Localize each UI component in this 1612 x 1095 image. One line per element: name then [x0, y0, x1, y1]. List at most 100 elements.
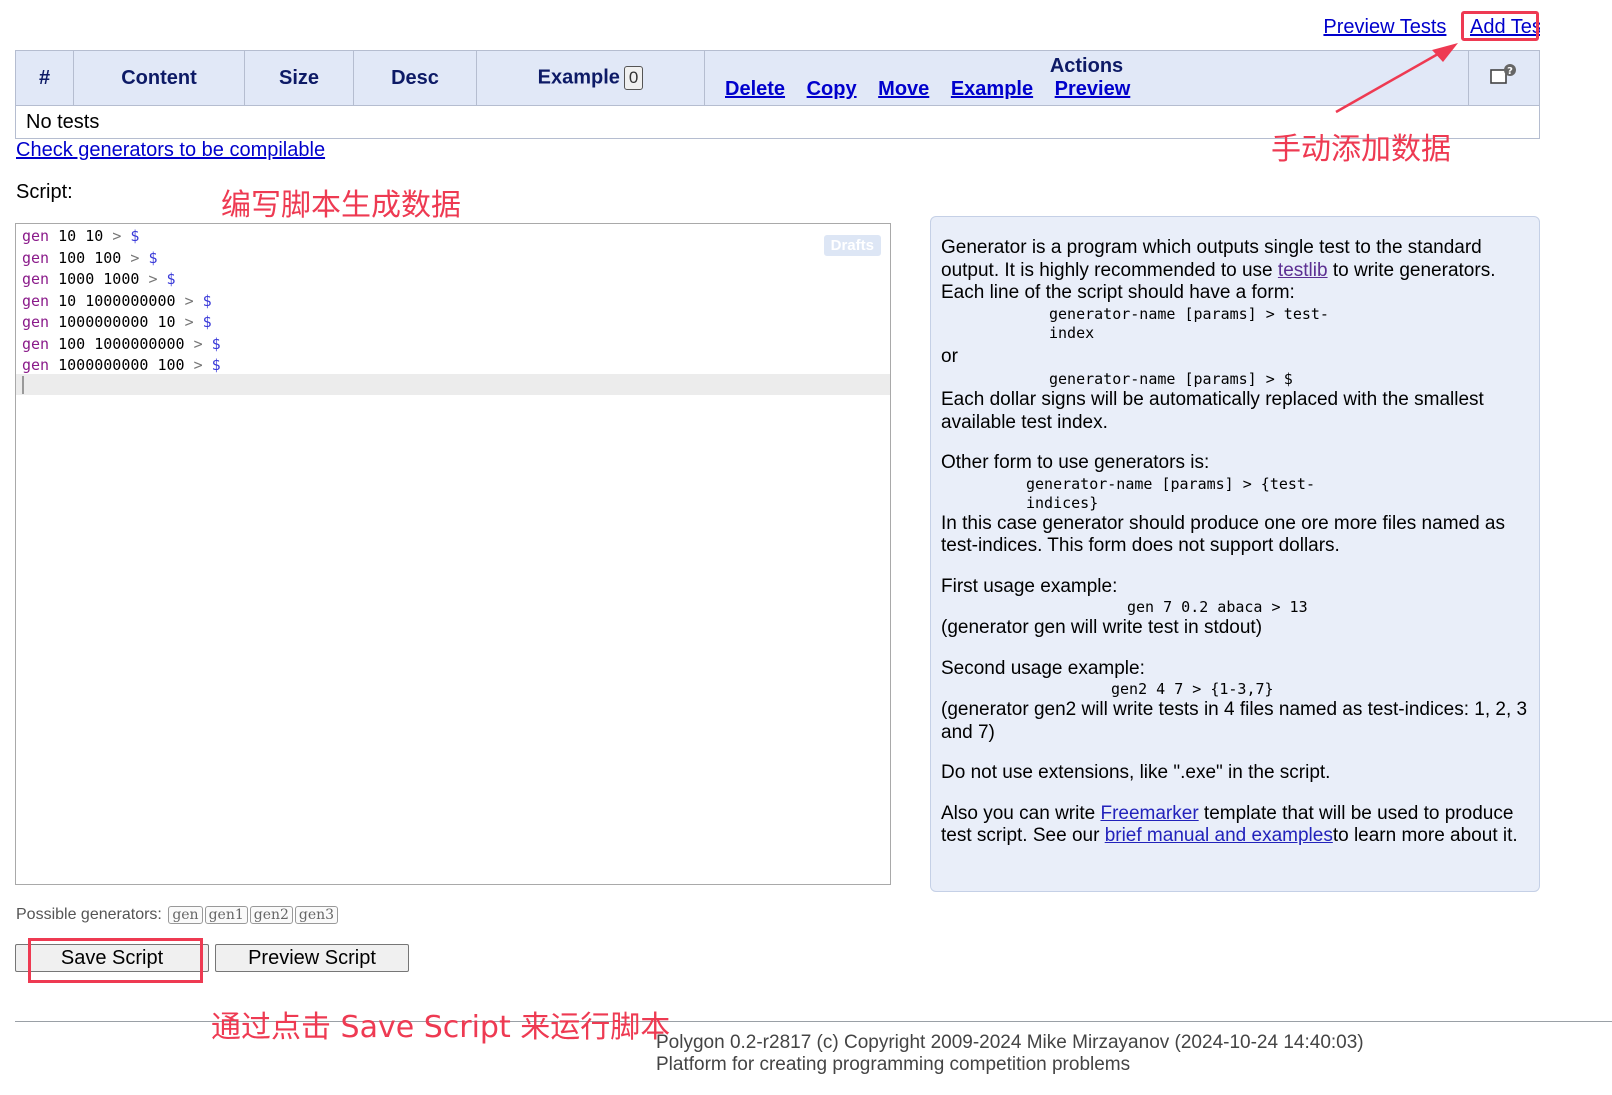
script-token-args: 10 1000000000	[49, 291, 185, 310]
script-token-dollar: $	[202, 313, 212, 331]
script-token-cmd: gen	[22, 227, 50, 245]
script-space	[203, 356, 212, 374]
script-space	[203, 335, 212, 353]
svg-text:?: ?	[1507, 66, 1513, 77]
help-freemarker-tail: to learn more about it.	[1332, 825, 1518, 846]
generator-chip-gen1[interactable]: gen1	[204, 906, 248, 924]
generator-chip-gen2[interactable]: gen2	[249, 906, 293, 924]
annotation-add-data: 手动添加数据	[1271, 132, 1451, 167]
help-form2: generator-name [params] > $	[1049, 370, 1293, 388]
col-actions: Actions Delete Copy Move Example Preview	[704, 50, 1469, 106]
help-or: or	[941, 345, 958, 367]
script-token-arrow: >	[184, 291, 194, 310]
col-example-label: Example	[537, 66, 620, 89]
annotation-box-save-script	[28, 938, 203, 983]
possible-generators-label: Possible generators:	[16, 906, 162, 923]
action-move-link[interactable]: Move	[878, 78, 929, 100]
script-token-cmd: gen	[22, 334, 50, 353]
annotation-write-script: 编写脚本生成数据	[221, 188, 461, 223]
example-count-badge: 0	[623, 66, 644, 90]
help-form3: generator-name [params] > {test-indices}	[1026, 474, 1315, 512]
script-token-dollar: $	[202, 291, 212, 310]
footer-copyright: Polygon 0.2-r2817 (c) Copyright 2009-202…	[656, 1032, 1364, 1053]
col-content: Content	[73, 50, 245, 106]
col-num: #	[15, 50, 74, 106]
script-line: gen 1000000000 100 > $	[22, 355, 221, 377]
testlib-link[interactable]: testlib	[1278, 260, 1328, 281]
help-ex1-desc: (generator gen will write test in stdout…	[941, 617, 1263, 638]
manual-link[interactable]: brief manual and examples	[1105, 825, 1333, 846]
drafts-button[interactable]: Drafts	[823, 235, 881, 256]
action-copy-link[interactable]: Copy	[807, 78, 857, 100]
script-line: gen 100 100 > $	[22, 248, 221, 270]
help-form1: generator-name [params] > test-index	[1049, 304, 1329, 342]
help-ex1-code: gen 7 0.2 abaca > 13	[1127, 598, 1308, 616]
help-ex2-title: Second usage example:	[941, 657, 1145, 679]
script-token-args: 1000000000 10	[49, 313, 185, 331]
current-line-highlight	[16, 374, 890, 395]
col-size: Size	[244, 50, 354, 106]
script-token-args: 1000000000 100	[49, 356, 194, 374]
annotation-run-script: 通过点击 Save Script 来运行脚本	[211, 1010, 671, 1045]
action-delete-link[interactable]: Delete	[725, 78, 785, 100]
script-space	[194, 292, 203, 310]
script-token-cmd: gen	[22, 248, 50, 267]
generator-chip-gen3[interactable]: gen3	[294, 906, 339, 924]
action-preview-link[interactable]: Preview	[1055, 78, 1131, 100]
script-line: gen 10 10 > $	[22, 226, 221, 248]
help-extensions: Do not use extensions, like ".exe" in th…	[941, 762, 1331, 783]
help-freemarker: Also you can write Freemarker template t…	[941, 803, 1529, 848]
script-token-args: 10 10	[49, 227, 113, 245]
script-line: gen 100 1000000000 > $	[22, 334, 221, 356]
script-line: gen 1000 1000 > $	[22, 269, 221, 291]
script-editor[interactable]: gen 10 10 > $ gen 100 100 > $ gen 1000 100…	[15, 223, 891, 885]
help-ex2-desc: (generator gen2 will write tests in 4 fi…	[941, 699, 1528, 743]
script-space	[194, 313, 203, 331]
script-line: gen 10 1000000000 > $	[22, 291, 221, 313]
window-help-icon[interactable]: ?	[1489, 63, 1519, 87]
col-desc: Desc	[353, 50, 477, 106]
help-intro-tail: to write generators.	[1327, 259, 1496, 281]
script-lines: gen 10 10 > $ gen 100 100 > $ gen 1000 100…	[22, 226, 221, 377]
help-intro: Generator is a program which outputs sin…	[941, 237, 1529, 282]
preview-tests-link[interactable]: Preview Tests	[1323, 16, 1446, 38]
annotation-box-add-test	[1461, 11, 1539, 41]
help-other-form: Other form to use generators is:	[941, 452, 1210, 473]
script-token-arrow: >	[184, 313, 194, 331]
col-example: Example 0	[476, 50, 705, 106]
script-token-args: 100 100	[49, 248, 131, 267]
preview-script-button[interactable]: Preview Script	[215, 944, 409, 972]
help-ex2-code: gen2 4 7 > {1-3,7}	[1111, 680, 1274, 698]
tests-table-header: # Content Size Desc Example 0 Actions Del…	[15, 50, 1540, 106]
possible-generators: Possible generators: gen gen1 gen2 gen3	[16, 906, 339, 924]
help-form-intro: Each line of the script should have a fo…	[941, 282, 1295, 303]
script-token-cmd: gen	[22, 291, 50, 310]
check-generators-link[interactable]: Check generators to be compilable	[16, 139, 325, 162]
script-token-dollar: $	[166, 270, 176, 288]
help-freemarker-text: Also you can write	[941, 802, 1101, 824]
action-example-link[interactable]: Example	[951, 78, 1033, 100]
script-token-args: 100 1000000000	[49, 334, 194, 353]
script-token-cmd: gen	[22, 356, 50, 374]
script-token-arrow: >	[193, 356, 203, 374]
help-indices-desc: In this case generator should produce on…	[941, 512, 1505, 557]
script-token-dollar: $	[130, 227, 140, 245]
freemarker-link[interactable]: Freemarker	[1100, 803, 1198, 824]
generator-chip-gen[interactable]: gen	[168, 906, 203, 924]
script-token-arrow: >	[193, 334, 203, 353]
help-ex1-title: First usage example:	[941, 575, 1118, 597]
script-label: Script:	[16, 181, 73, 203]
help-dollar-desc: Each dollar signs will be automatically …	[941, 389, 1484, 433]
text-cursor	[22, 376, 24, 394]
script-token-cmd: gen	[22, 270, 50, 288]
script-token-args: 1000 1000	[49, 270, 149, 288]
script-token-arrow: >	[112, 227, 122, 245]
footer: Polygon 0.2-r2817 (c) Copyright 2009-202…	[656, 1032, 1364, 1076]
col-help: ?	[1468, 50, 1540, 106]
help-panel: Generator is a program which outputs sin…	[930, 216, 1540, 892]
script-token-cmd: gen	[22, 313, 50, 331]
actions-title: Actions	[1049, 55, 1124, 77]
script-token-dollar: $	[148, 248, 158, 267]
script-line: gen 1000000000 10 > $	[22, 312, 221, 334]
script-token-dollar: $	[211, 334, 221, 353]
